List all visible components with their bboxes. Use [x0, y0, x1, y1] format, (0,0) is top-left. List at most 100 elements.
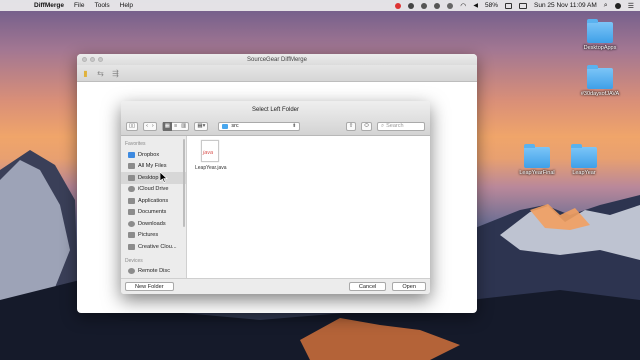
sidebar-item-label: Desktop: [138, 174, 159, 181]
sidebar-item-creative-cloud[interactable]: Creative Clou...: [121, 241, 186, 253]
tag-icon: ⬭: [364, 122, 369, 129]
desktop-folder-label: #30daysofJAVA: [580, 91, 620, 97]
siri-icon[interactable]: [614, 2, 621, 9]
sidebar-item-dropbox[interactable]: Dropbox: [121, 149, 186, 161]
battery-percent[interactable]: 58%: [485, 2, 498, 9]
dialog-toolbar: ▯▯ ‹ › ▦ ≡ ▥ ▦▾ src ⬍ ⇧ ⬭ ⌕ Search: [121, 117, 430, 136]
forward-button[interactable]: ›: [150, 122, 156, 131]
volume-icon[interactable]: ◀: [473, 2, 478, 9]
path-popup[interactable]: src ⬍: [218, 121, 301, 131]
status-area: ◠ ◀ 58% Sun 25 Nov 11:09 AM ⌕ ☰: [395, 2, 634, 10]
sidebar-item-desktop[interactable]: Desktop: [121, 172, 186, 184]
open-button[interactable]: Open: [392, 282, 426, 291]
footer-actions: Cancel Open: [348, 282, 426, 291]
sidebar-item-label: All My Files: [138, 163, 167, 170]
sidebar-item-downloads[interactable]: Downloads: [121, 218, 186, 230]
mouse-pointer-icon: [160, 172, 168, 183]
sidebar-toggle-button[interactable]: ▯▯: [126, 121, 139, 131]
window-titlebar[interactable]: SourceGear DiffMerge: [77, 54, 477, 65]
creative-cloud-icon: [128, 243, 135, 250]
dialog-sidebar: Favorites Dropbox All My Files Desktop i…: [121, 136, 187, 278]
sidebar-item-icloud-drive[interactable]: iCloud Drive: [121, 184, 186, 196]
menu-app-name[interactable]: DiffMerge: [34, 2, 64, 9]
compare-files-icon[interactable]: ⇆: [96, 69, 105, 78]
sidebar-item-label: iCloud Drive: [138, 186, 169, 193]
menu-bar: DiffMerge File Tools Help ◠ ◀ 58% Sun 25…: [0, 0, 640, 11]
desktop-folder-30daysofjava[interactable]: #30daysofJAVA: [565, 65, 635, 97]
sidebar-scrollbar[interactable]: [183, 139, 185, 227]
clock[interactable]: Sun 25 Nov 11:09 AM: [534, 2, 597, 9]
file-type-badge: java: [203, 150, 214, 156]
dialog-title: Select Left Folder: [121, 101, 430, 117]
desktop-folder-leapyear[interactable]: LeapYear: [549, 144, 619, 176]
creative-cloud-menu-icon[interactable]: [447, 2, 454, 9]
menu-help[interactable]: Help: [120, 2, 133, 9]
dialog-footer: New Folder Cancel Open: [121, 278, 430, 294]
sidebar-item-all-my-files[interactable]: All My Files: [121, 161, 186, 173]
pictures-icon: [128, 232, 135, 239]
minimize-window-button[interactable]: [90, 57, 95, 62]
sidebar-item-label: Applications: [138, 197, 169, 204]
input-source-icon[interactable]: [519, 2, 528, 9]
spotlight-icon[interactable]: ⌕: [604, 2, 608, 10]
battery-icon[interactable]: [505, 2, 513, 9]
arrange-icon: ▦▾: [197, 122, 206, 129]
folder-icon: [587, 65, 613, 89]
disc-icon: [128, 268, 135, 275]
column-view-button[interactable]: ▥: [179, 122, 188, 131]
desktop-folder-desktopapps[interactable]: DesktopApps: [565, 19, 635, 51]
search-icon: ⌕: [381, 122, 385, 129]
sidebar-icon: ▯▯: [129, 122, 136, 129]
desktop-folder-label: LeapYear: [572, 170, 596, 176]
record-icon[interactable]: [395, 2, 402, 9]
sidebar-item-documents[interactable]: Documents: [121, 207, 186, 219]
sidebar-item-applications[interactable]: Applications: [121, 195, 186, 207]
tag-button[interactable]: ⬭: [361, 121, 372, 131]
downloads-icon: [128, 220, 135, 227]
dropbox-icon: [128, 151, 135, 158]
folder-icon: [524, 144, 550, 168]
file-browser: java LeapYear.java: [187, 136, 430, 278]
new-folder-button[interactable]: New Folder: [125, 282, 174, 291]
select-folder-dialog: Select Left Folder ▯▯ ‹ › ▦ ≡ ▥ ▦▾ src ⬍…: [121, 101, 430, 294]
timer-icon[interactable]: [421, 2, 428, 9]
share-button[interactable]: ⇧: [345, 121, 357, 131]
devices-header: Devices: [125, 257, 143, 264]
status-icon[interactable]: [408, 2, 415, 9]
zoom-window-button[interactable]: [98, 57, 103, 62]
window-title: SourceGear DiffMerge: [247, 56, 307, 63]
back-forward-control: ‹ ›: [143, 121, 157, 131]
share-icon: ⇧: [348, 122, 354, 129]
notification-center-icon[interactable]: ☰: [628, 2, 634, 10]
merge-icon[interactable]: ⇶: [111, 69, 120, 78]
favorites-header: Favorites: [125, 141, 146, 147]
icon-view-button[interactable]: ▦: [162, 121, 172, 131]
cloud-icon: [128, 186, 135, 193]
applications-icon: [128, 197, 135, 204]
desktop-folder-label: DesktopApps: [583, 45, 617, 51]
view-mode-control: ▦ ≡ ▥: [161, 121, 190, 131]
wifi-icon[interactable]: ◠: [460, 2, 466, 10]
all-files-icon: [128, 163, 135, 170]
close-window-button[interactable]: [82, 57, 87, 62]
dropbox-menu-icon[interactable]: [434, 2, 441, 9]
open-folder-diff-icon[interactable]: ▮: [81, 69, 90, 78]
folder-icon: [587, 19, 613, 43]
menu-file[interactable]: File: [74, 2, 84, 9]
sidebar-item-label: Downloads: [138, 220, 166, 227]
list-view-button[interactable]: ≡: [172, 122, 179, 131]
documents-icon: [128, 209, 135, 216]
search-input[interactable]: ⌕ Search: [377, 121, 425, 131]
sidebar-item-label: Dropbox: [138, 151, 160, 158]
sidebar-item-remote-disc[interactable]: Remote Disc: [121, 266, 186, 278]
arrange-button[interactable]: ▦▾: [194, 121, 209, 131]
dialog-body: Favorites Dropbox All My Files Desktop i…: [121, 136, 430, 278]
sidebar-item-label: Pictures: [138, 232, 159, 239]
path-folder-name: src: [231, 123, 239, 129]
menu-tools[interactable]: Tools: [94, 2, 109, 9]
cancel-button[interactable]: Cancel: [348, 282, 387, 291]
folder-icon: [222, 123, 229, 129]
java-file-icon: java: [201, 140, 219, 162]
sidebar-item-pictures[interactable]: Pictures: [121, 230, 186, 242]
file-item[interactable]: java LeapYear.java: [195, 140, 227, 171]
